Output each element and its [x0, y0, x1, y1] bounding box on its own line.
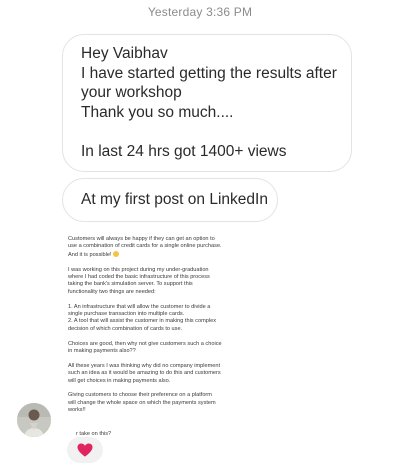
message-line: your workshop: [81, 84, 182, 101]
image-attachment[interactable]: Customers will always be happy if they c…: [62, 228, 264, 440]
post-paragraph: All these years I was thinking why did n…: [68, 362, 221, 384]
post-paragraph: Choices are good, then why not give cust…: [68, 340, 222, 355]
contact-photo-icon: [17, 403, 51, 437]
smile-emoji-icon: [112, 250, 119, 257]
message-timestamp: Yesterday 3:36 PM: [147, 5, 253, 19]
post-paragraph: 1. An infrastructure that will allow the…: [68, 303, 216, 332]
message-text: At my first post on LinkedIn: [81, 191, 268, 208]
avatar[interactable]: [17, 403, 51, 437]
message-line: I have started getting the results after: [81, 64, 337, 82]
message-line: Thank you so much....: [81, 103, 234, 121]
reaction-badge[interactable]: [67, 437, 103, 463]
message-line: Hey Vaibhav: [81, 45, 168, 62]
post-paragraph: I was working on this project during my …: [68, 266, 210, 295]
heart-icon: [77, 443, 93, 457]
post-paragraph: Giving customers to choose their prefere…: [68, 392, 216, 414]
post-paragraph: Customers will always be happy if they c…: [68, 236, 222, 258]
message-bubble-received[interactable]: At my first post on LinkedIn: [62, 178, 278, 222]
message-line: In last 24 hrs got 1400+ views: [81, 142, 287, 160]
message-bubble-received[interactable]: Hey Vaibhav I have started getting the r…: [62, 34, 352, 172]
